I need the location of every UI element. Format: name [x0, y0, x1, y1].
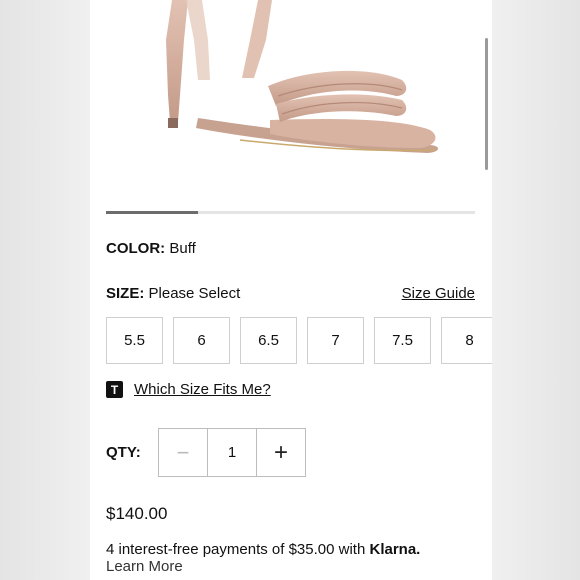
quantity-value[interactable]: 1 — [208, 429, 257, 476]
size-option[interactable]: 8 — [441, 317, 492, 364]
size-guide-link[interactable]: Size Guide — [402, 285, 475, 302]
fit-row: T Which Size Fits Me? — [106, 381, 271, 398]
scrollbar[interactable] — [485, 38, 488, 170]
klarna-text: 4 interest-free payments of $35.00 with — [106, 541, 366, 558]
klarna-learn-more-link[interactable]: Learn More — [106, 558, 183, 575]
size-option[interactable]: 5.5 — [106, 317, 163, 364]
quantity-stepper: − 1 + — [158, 428, 306, 477]
true-fit-icon: T — [106, 381, 123, 398]
color-row: COLOR: Buff — [106, 240, 196, 257]
image-carousel-progress — [106, 211, 475, 214]
color-label: COLOR: — [106, 240, 166, 257]
quantity-decrease-button[interactable]: − — [159, 429, 208, 476]
background-left — [0, 0, 90, 580]
size-label: SIZE: — [106, 285, 145, 302]
size-option[interactable]: 6 — [173, 317, 230, 364]
size-option[interactable]: 7.5 — [374, 317, 431, 364]
product-image[interactable] — [90, 0, 492, 200]
background-right — [492, 0, 580, 580]
klarna-message: 4 interest-free payments of $35.00 with … — [106, 541, 420, 558]
quantity-label: QTY: — [106, 444, 141, 461]
size-option[interactable]: 7 — [307, 317, 364, 364]
quantity-row: QTY: − 1 + — [106, 428, 406, 477]
size-row: SIZE: Please Select Size Guide — [106, 285, 475, 302]
size-value: Please Select — [148, 285, 241, 302]
image-carousel-progress-fill — [106, 211, 199, 214]
klarna-logo: Klarna. — [369, 541, 421, 558]
size-option[interactable]: 6.5 — [240, 317, 297, 364]
product-panel: COLOR: Buff SIZE: Please Select Size Gui… — [90, 0, 492, 580]
quantity-increase-button[interactable]: + — [257, 429, 305, 476]
which-size-fits-link[interactable]: Which Size Fits Me? — [134, 381, 271, 398]
price: $140.00 — [106, 504, 168, 523]
color-value: Buff — [169, 240, 196, 257]
